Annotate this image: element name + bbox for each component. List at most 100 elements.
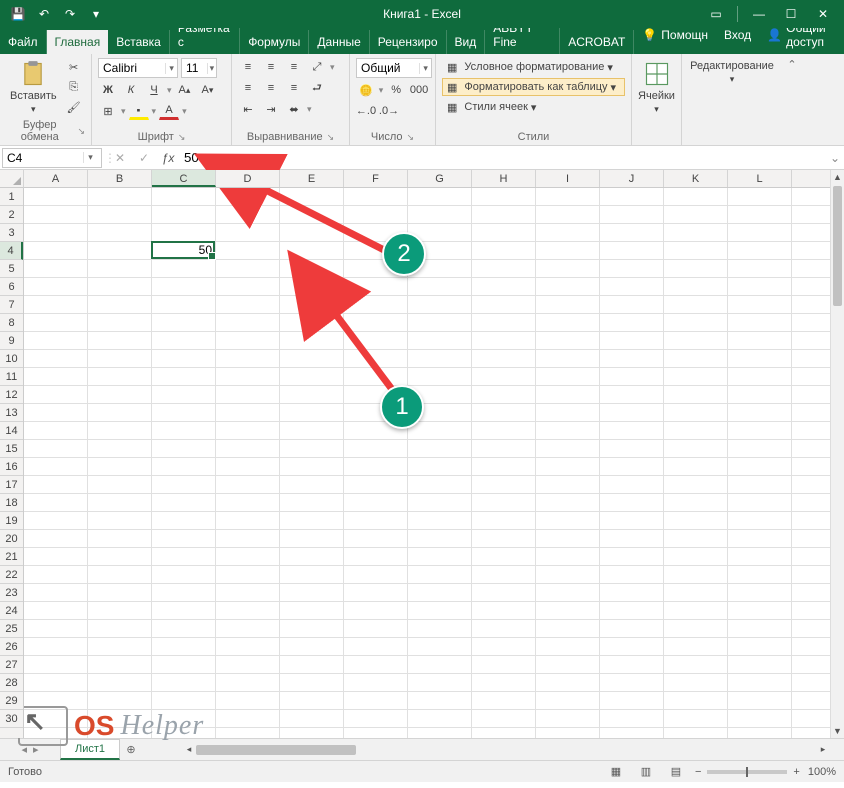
italic-button[interactable]: К — [121, 81, 141, 99]
tab-home[interactable]: Главная — [47, 30, 109, 54]
row-header-29[interactable]: 29 — [0, 692, 23, 710]
name-box-dd-icon[interactable]: ▾ — [83, 152, 97, 163]
zoom-in-icon[interactable]: + — [793, 766, 799, 778]
row-header-14[interactable]: 14 — [0, 422, 23, 440]
col-header-L[interactable]: L — [728, 170, 792, 187]
col-header-J[interactable]: J — [600, 170, 664, 187]
row-header-24[interactable]: 24 — [0, 602, 23, 620]
tab-formulas[interactable]: Формулы — [240, 30, 309, 54]
cell-styles-button[interactable]: ▦ Стили ячеек ▾ — [442, 98, 625, 116]
cancel-formula-icon[interactable]: ✕ — [108, 146, 132, 169]
col-header-E[interactable]: E — [280, 170, 344, 187]
normal-view-icon[interactable]: ▦ — [605, 764, 627, 780]
undo-icon[interactable]: ↶ — [32, 4, 56, 24]
tab-acrobat[interactable]: ACROBAT — [560, 30, 634, 54]
col-header-A[interactable]: A — [24, 170, 88, 187]
row-header-11[interactable]: 11 — [0, 368, 23, 386]
fill-color-icon[interactable]: 🞍 — [129, 102, 149, 120]
row-header-17[interactable]: 17 — [0, 476, 23, 494]
cut-icon[interactable]: ✂ — [64, 59, 84, 77]
row-header-3[interactable]: 3 — [0, 224, 23, 242]
save-icon[interactable]: 💾 — [6, 4, 30, 24]
row-header-23[interactable]: 23 — [0, 584, 23, 602]
font-color-icon[interactable]: A — [159, 102, 179, 120]
name-box-input[interactable] — [3, 149, 83, 167]
tab-view[interactable]: Вид — [447, 30, 486, 54]
percent-icon[interactable]: % — [386, 81, 406, 99]
align-right-icon[interactable]: ≡ — [284, 79, 304, 97]
row-header-2[interactable]: 2 — [0, 206, 23, 224]
align-left-icon[interactable]: ≡ — [238, 79, 258, 97]
maximize-icon[interactable]: ☐ — [776, 4, 806, 24]
currency-icon[interactable]: 🪙 — [356, 81, 376, 99]
close-icon[interactable]: ✕ — [808, 4, 838, 24]
wrap-text-icon[interactable]: ⮐ — [307, 79, 327, 97]
fx-icon[interactable]: ƒx — [156, 146, 180, 169]
borders-icon[interactable]: ⊞ — [98, 102, 118, 120]
editing-button[interactable]: Редактирование▾ — [688, 58, 776, 87]
scroll-right-icon[interactable]: ▸ — [816, 743, 830, 757]
row-header-28[interactable]: 28 — [0, 674, 23, 692]
row-header-7[interactable]: 7 — [0, 296, 23, 314]
row-header-19[interactable]: 19 — [0, 512, 23, 530]
horizontal-scrollbar[interactable]: ◂ ▸ — [182, 743, 830, 757]
zoom-out-icon[interactable]: − — [695, 766, 701, 778]
decrease-decimal-icon[interactable]: .0→ — [379, 102, 399, 120]
zoom-label[interactable]: 100% — [808, 766, 836, 778]
col-header-B[interactable]: B — [88, 170, 152, 187]
increase-indent-icon[interactable]: ⇥ — [261, 100, 281, 118]
row-header-26[interactable]: 26 — [0, 638, 23, 656]
paste-button[interactable]: Вставить▾ — [6, 58, 61, 117]
col-header-G[interactable]: G — [408, 170, 472, 187]
font-name-dd-icon[interactable]: ▾ — [165, 63, 177, 74]
align-top-icon[interactable]: ≡ — [238, 58, 258, 76]
col-header-H[interactable]: H — [472, 170, 536, 187]
vertical-scrollbar[interactable]: ▲ ▼ — [830, 170, 844, 738]
col-header-D[interactable]: D — [216, 170, 280, 187]
align-bottom-icon[interactable]: ≡ — [284, 58, 304, 76]
font-dialog-icon[interactable]: ↘ — [178, 132, 186, 143]
page-layout-view-icon[interactable]: ▥ — [635, 764, 657, 780]
format-as-table-button[interactable]: ▦ Форматировать как таблицу ▾ — [442, 78, 625, 96]
conditional-format-button[interactable]: ▦ Условное форматирование ▾ — [442, 58, 625, 76]
font-size-input[interactable] — [182, 61, 207, 75]
orientation-icon[interactable]: ⤢ — [307, 58, 327, 76]
row-header-27[interactable]: 27 — [0, 656, 23, 674]
row-header-12[interactable]: 12 — [0, 386, 23, 404]
align-dialog-icon[interactable]: ↘ — [327, 132, 335, 143]
row-header-5[interactable]: 5 — [0, 260, 23, 278]
redo-icon[interactable]: ↷ — [58, 4, 82, 24]
col-header-C[interactable]: C — [152, 170, 216, 187]
tab-insert[interactable]: Вставка — [108, 30, 170, 54]
scroll-down-icon[interactable]: ▼ — [831, 724, 844, 738]
tab-review[interactable]: Рецензиро — [370, 30, 447, 54]
collapse-ribbon-icon[interactable]: ⌃ — [787, 58, 796, 71]
number-format-input[interactable] — [357, 61, 419, 75]
font-size-dd-icon[interactable]: ▾ — [207, 63, 216, 74]
row-header-21[interactable]: 21 — [0, 548, 23, 566]
cells-button[interactable]: Ячейки▾ — [638, 58, 675, 117]
row-header-30[interactable]: 30 — [0, 710, 23, 728]
hscroll-thumb[interactable] — [196, 745, 356, 755]
scroll-up-icon[interactable]: ▲ — [831, 170, 844, 184]
tab-data[interactable]: Данные — [309, 30, 369, 54]
zoom-slider[interactable] — [707, 770, 787, 774]
decrease-indent-icon[interactable]: ⇤ — [238, 100, 258, 118]
row-header-9[interactable]: 9 — [0, 332, 23, 350]
row-header-6[interactable]: 6 — [0, 278, 23, 296]
increase-decimal-icon[interactable]: ←.0 — [356, 102, 376, 120]
row-header-22[interactable]: 22 — [0, 566, 23, 584]
formula-input[interactable] — [180, 148, 826, 167]
col-header-I[interactable]: I — [536, 170, 600, 187]
align-center-icon[interactable]: ≡ — [261, 79, 281, 97]
row-header-8[interactable]: 8 — [0, 314, 23, 332]
tab-file[interactable]: Файл — [0, 30, 47, 54]
grow-font-icon[interactable]: A▴ — [175, 81, 195, 99]
underline-button[interactable]: Ч — [144, 81, 164, 99]
row-header-20[interactable]: 20 — [0, 530, 23, 548]
expand-formula-bar-icon[interactable]: ⌄ — [826, 151, 844, 165]
number-dialog-icon[interactable]: ↘ — [407, 132, 415, 143]
row-header-10[interactable]: 10 — [0, 350, 23, 368]
shrink-font-icon[interactable]: A▾ — [198, 81, 218, 99]
merge-icon[interactable]: ⬌ — [284, 100, 304, 118]
